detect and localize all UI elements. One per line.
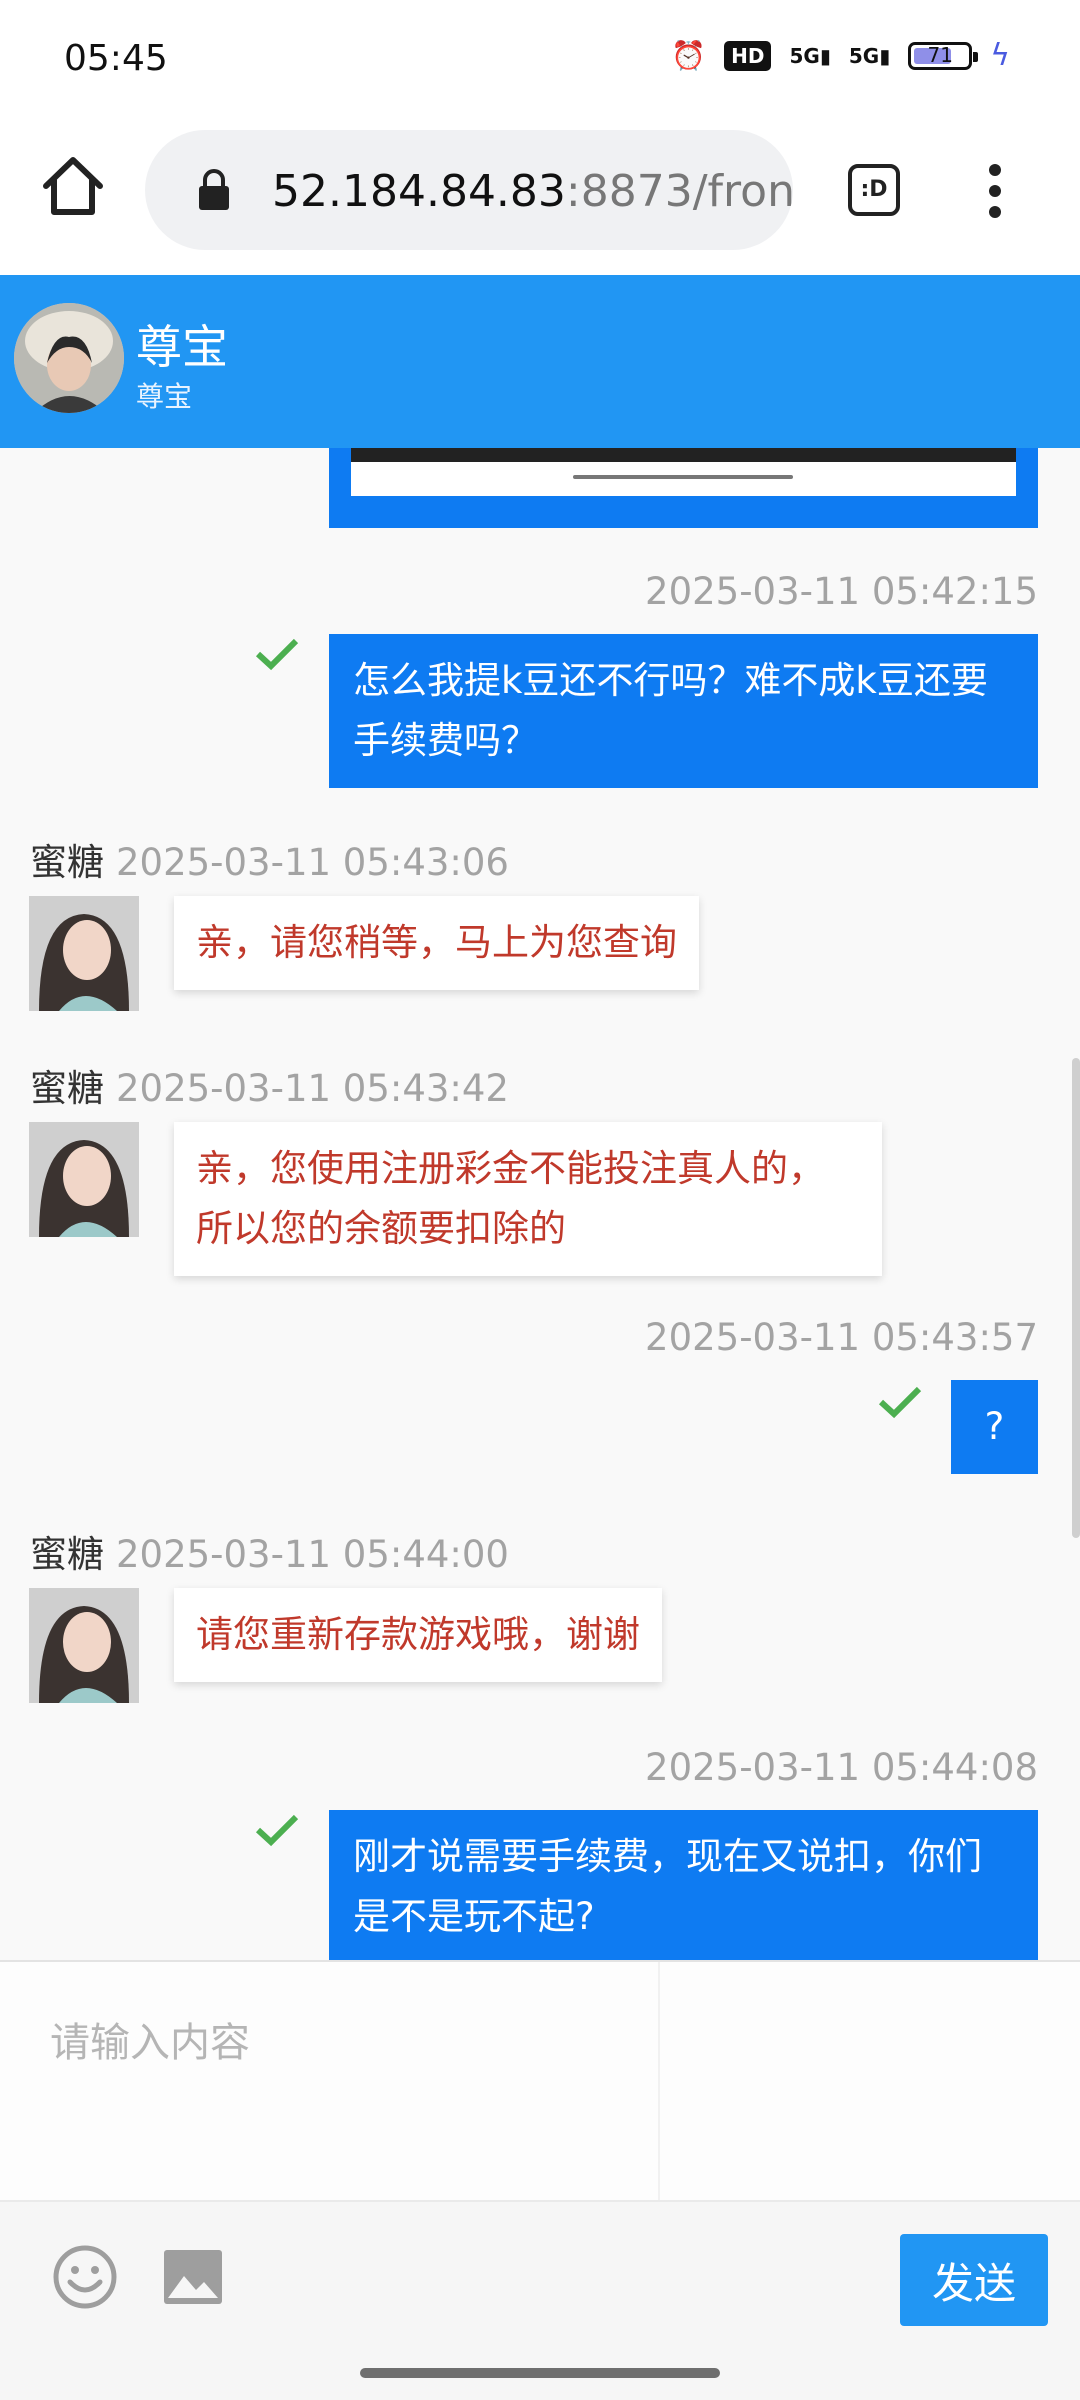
- chat-header: 尊宝 尊宝: [0, 275, 1080, 448]
- composer-divider: [658, 1962, 660, 2202]
- send-button[interactable]: 发送: [900, 2234, 1048, 2326]
- url-bar[interactable]: 52.184.84.83:8873/fron: [145, 130, 793, 250]
- more-menu-icon[interactable]: [985, 164, 1005, 224]
- message-timestamp: 2025-03-11 05:43:57: [645, 1316, 1038, 1359]
- emoji-icon[interactable]: [52, 2244, 118, 2310]
- message-bubble-received: 请您重新存款游戏哦，谢谢: [174, 1588, 662, 1682]
- image-message[interactable]: [329, 448, 1038, 528]
- chat-messages[interactable]: 2025-03-11 05:42:15 怎么我提k豆还不行吗？难不成k豆还要手续…: [0, 448, 1080, 1960]
- alarm-icon: ⏰: [671, 39, 707, 72]
- message-bubble-received: 亲，请您稍等，马上为您查询: [174, 896, 699, 990]
- scrollbar-thumb[interactable]: [1072, 1058, 1080, 1538]
- charging-icon: ϟ: [990, 38, 1010, 73]
- status-bar: 05:45 ⏰ HD 5G▮ 5G▮ 71 ϟ: [0, 0, 1080, 120]
- battery-icon: 71: [908, 41, 979, 70]
- message-timestamp: 2025-03-11 05:43:06: [116, 841, 509, 884]
- signal-5g-label: 5G: [789, 43, 820, 68]
- agent-avatar[interactable]: [29, 896, 139, 1011]
- signal-5g-label-2: 5G: [848, 43, 880, 68]
- lock-icon: [199, 169, 229, 210]
- message-bubble-received: 亲，您使用注册彩金不能投注真人的，所以您的余额要扣除的: [174, 1122, 882, 1276]
- read-check-icon: [255, 638, 299, 671]
- contact-subtitle: 尊宝: [136, 380, 193, 413]
- home-icon[interactable]: [38, 152, 108, 222]
- url-host: 52.184.84.83: [272, 166, 566, 217]
- message-timestamp: 2025-03-11 05:44:00: [116, 1533, 509, 1576]
- message-bubble-sent: ?: [951, 1380, 1038, 1474]
- image-message-preview[interactable]: [351, 448, 1016, 496]
- message-bubble-sent: 刚才说需要手续费，现在又说扣，你们是不是玩不起?: [329, 1810, 1038, 1960]
- read-check-icon: [255, 1814, 299, 1847]
- agent-avatar[interactable]: [29, 1122, 139, 1237]
- message-meta: 蜜糖 2025-03-11 05:44:00: [30, 1524, 509, 1578]
- status-clock: 05:45: [64, 38, 168, 79]
- sender-name: 蜜糖: [30, 841, 104, 884]
- message-meta: 蜜糖 2025-03-11 05:43:06: [30, 832, 509, 886]
- browser-toolbar: 52.184.84.83:8873/fron :D: [0, 120, 1080, 275]
- battery-tip: [973, 51, 979, 62]
- read-check-icon: [878, 1386, 922, 1419]
- contact-name: 尊宝: [136, 320, 228, 374]
- sender-name: 蜜糖: [30, 1067, 104, 1110]
- hd-icon: HD: [724, 40, 772, 71]
- message-timestamp: 2025-03-11 05:42:15: [645, 570, 1038, 613]
- url-text: 52.184.84.83:8873/fron: [272, 166, 793, 217]
- message-meta: 蜜糖 2025-03-11 05:43:42: [30, 1058, 509, 1112]
- signal-5g-icon: 5G▮: [789, 43, 831, 68]
- url-path: :8873/fron: [565, 166, 793, 217]
- sender-name: 蜜糖: [30, 1533, 104, 1576]
- status-icons: ⏰ HD 5G▮ 5G▮ 71 ϟ: [671, 38, 1010, 73]
- composer-toolbar: 发送: [0, 2200, 1080, 2357]
- message-input-placeholder[interactable]: 请输入内容: [50, 2010, 250, 2068]
- message-timestamp: 2025-03-11 05:43:42: [116, 1067, 509, 1110]
- message-bubble-sent: 怎么我提k豆还不行吗？难不成k豆还要手续费吗？: [329, 634, 1038, 788]
- contact-avatar[interactable]: [14, 303, 124, 413]
- battery-percent: 71: [927, 42, 953, 67]
- message-timestamp: 2025-03-11 05:44:08: [645, 1746, 1038, 1789]
- image-icon[interactable]: [164, 2250, 222, 2304]
- agent-avatar[interactable]: [29, 1588, 139, 1703]
- tab-switcher-button[interactable]: :D: [848, 164, 900, 216]
- signal-5g-icon-2: 5G▮: [848, 43, 891, 68]
- gesture-handle[interactable]: [360, 2368, 720, 2378]
- message-composer[interactable]: 请输入内容: [0, 1960, 1080, 2202]
